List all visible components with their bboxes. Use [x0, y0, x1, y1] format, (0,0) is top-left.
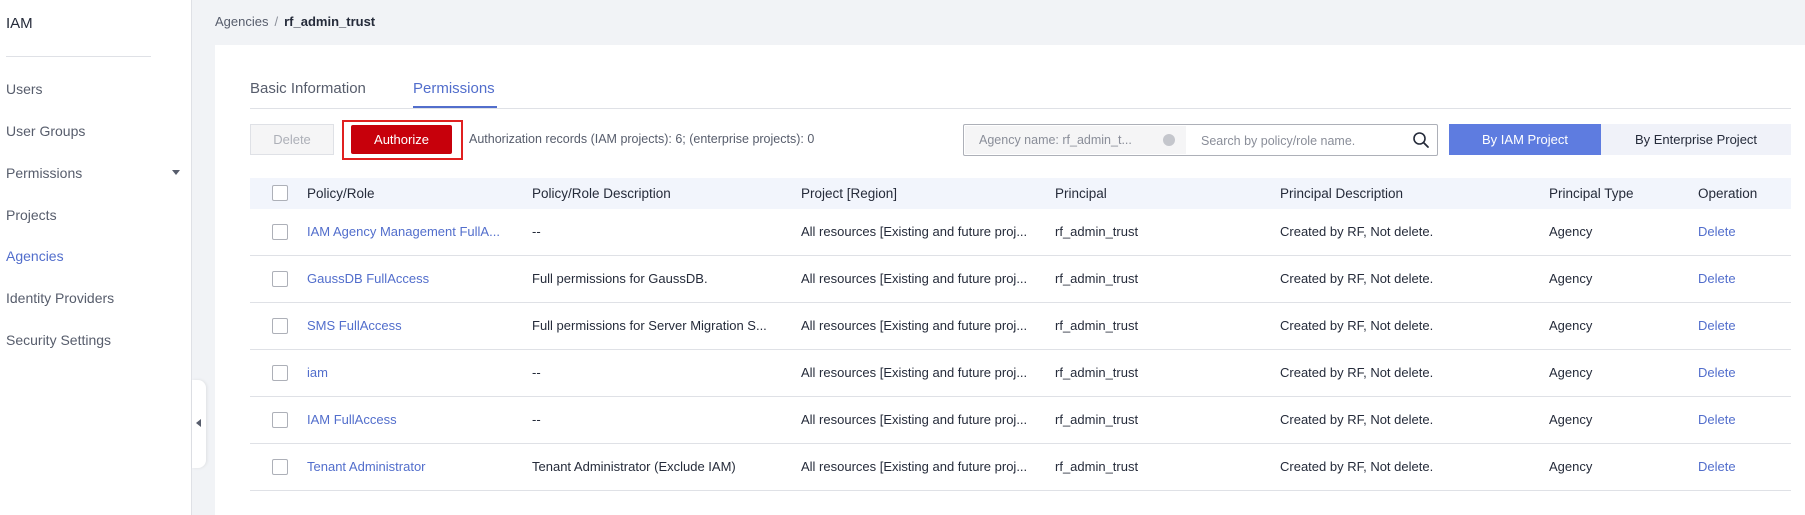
table-row: SMS FullAccess Full permissions for Serv…: [250, 303, 1791, 350]
sidebar-item-security-settings[interactable]: Security Settings: [6, 330, 178, 350]
policy-description: Full permissions for GaussDB.: [532, 271, 708, 286]
principal: rf_admin_trust: [1055, 224, 1139, 239]
sidebar-item-permissions[interactable]: Permissions: [6, 163, 180, 183]
sidebar-item-label: Permissions: [6, 165, 83, 181]
principal-type: Agency: [1549, 412, 1593, 427]
policy-link[interactable]: GaussDB FullAccess: [307, 256, 512, 302]
breadcrumb-parent-link[interactable]: Agencies: [215, 14, 268, 29]
row-checkbox[interactable]: [272, 224, 288, 240]
tab-active-indicator: [413, 106, 497, 108]
policy-description: Tenant Administrator (Exclude IAM): [532, 459, 736, 474]
search-box: Agency name: rf_admin_t...: [963, 124, 1438, 156]
column-header-principal-description[interactable]: Principal Description: [1280, 178, 1403, 209]
project-region: All resources [Existing and future proj.…: [801, 459, 1028, 474]
project-region: All resources [Existing and future proj.…: [801, 365, 1028, 380]
principal-description: Created by RF, Not delete.: [1280, 412, 1434, 427]
row-checkbox[interactable]: [272, 271, 288, 287]
row-checkbox[interactable]: [272, 412, 288, 428]
policy-link[interactable]: iam: [307, 350, 512, 396]
table-row: IAM FullAccess -- All resources [Existin…: [250, 397, 1791, 444]
principal-type: Agency: [1549, 459, 1593, 474]
chevron-down-icon: [172, 170, 180, 175]
table-row: iam -- All resources [Existing and futur…: [250, 350, 1791, 397]
column-header-principal-type[interactable]: Principal Type: [1549, 178, 1634, 209]
search-input[interactable]: [1199, 126, 1403, 156]
filter-tag-label: Agency name: rf_admin_t...: [979, 133, 1132, 147]
principal-description: Created by RF, Not delete.: [1280, 318, 1434, 333]
principal: rf_admin_trust: [1055, 459, 1139, 474]
delete-button[interactable]: Delete: [250, 124, 334, 155]
column-header-policy-role[interactable]: Policy/Role: [307, 178, 375, 209]
search-icon[interactable]: [1412, 131, 1430, 149]
sidebar-item-users[interactable]: Users: [6, 79, 178, 99]
breadcrumb-separator: /: [274, 14, 279, 29]
project-region: All resources [Existing and future proj.…: [801, 271, 1028, 286]
breadcrumb-current: rf_admin_trust: [284, 14, 376, 29]
tabs-divider: [250, 108, 1791, 109]
policy-description: --: [532, 412, 541, 427]
column-header-project-region[interactable]: Project [Region]: [801, 178, 897, 209]
policy-description: --: [532, 365, 541, 380]
policy-link[interactable]: IAM Agency Management FullA...: [307, 209, 512, 255]
principal: rf_admin_trust: [1055, 365, 1139, 380]
row-delete-link[interactable]: Delete: [1698, 303, 1778, 349]
principal-description: Created by RF, Not delete.: [1280, 365, 1434, 380]
select-all-checkbox[interactable]: [272, 185, 288, 201]
tab-basic-information[interactable]: Basic Information: [250, 80, 366, 97]
principal: rf_admin_trust: [1055, 271, 1139, 286]
policy-description: --: [532, 224, 541, 239]
authorization-records-text: Authorization records (IAM projects): 6;…: [469, 132, 815, 146]
breadcrumb: Agencies / rf_admin_trust: [215, 14, 375, 29]
row-delete-link[interactable]: Delete: [1698, 350, 1778, 396]
row-delete-link[interactable]: Delete: [1698, 444, 1778, 490]
principal-description: Created by RF, Not delete.: [1280, 459, 1434, 474]
chevron-left-icon: [196, 419, 201, 427]
sidebar-item-user-groups[interactable]: User Groups: [6, 121, 178, 141]
by-enterprise-project-button[interactable]: By Enterprise Project: [1601, 124, 1791, 155]
sidebar-item-identity-providers[interactable]: Identity Providers: [6, 288, 178, 308]
clear-icon[interactable]: [1163, 134, 1175, 146]
column-header-operation: Operation: [1698, 186, 1758, 201]
sidebar-collapse-handle[interactable]: [192, 380, 206, 468]
row-delete-link[interactable]: Delete: [1698, 209, 1778, 255]
principal: rf_admin_trust: [1055, 318, 1139, 333]
authorize-button[interactable]: Authorize: [351, 125, 452, 154]
principal-type: Agency: [1549, 318, 1593, 333]
principal-type: Agency: [1549, 271, 1593, 286]
column-header-principal[interactable]: Principal: [1055, 178, 1107, 209]
table-header: Policy/Role Policy/Role Description Proj…: [250, 178, 1791, 209]
row-checkbox[interactable]: [272, 318, 288, 334]
table-row: Tenant Administrator Tenant Administrato…: [250, 444, 1791, 491]
row-delete-link[interactable]: Delete: [1698, 256, 1778, 302]
project-region: All resources [Existing and future proj.…: [801, 318, 1028, 333]
principal: rf_admin_trust: [1055, 412, 1139, 427]
column-header-description[interactable]: Policy/Role Description: [532, 178, 671, 209]
policy-link[interactable]: IAM FullAccess: [307, 397, 512, 443]
row-delete-link[interactable]: Delete: [1698, 397, 1778, 443]
policy-link[interactable]: Tenant Administrator: [307, 444, 512, 490]
project-region: All resources [Existing and future proj.…: [801, 412, 1028, 427]
tab-permissions[interactable]: Permissions: [413, 80, 495, 97]
table-row: IAM Agency Management FullA... -- All re…: [250, 209, 1791, 256]
policy-description: Full permissions for Server Migration S.…: [532, 318, 767, 333]
principal-type: Agency: [1549, 365, 1593, 380]
principal-type: Agency: [1549, 224, 1593, 239]
principal-description: Created by RF, Not delete.: [1280, 271, 1434, 286]
agency-filter-tag[interactable]: Agency name: rf_admin_t...: [965, 126, 1186, 154]
project-region: All resources [Existing and future proj.…: [801, 224, 1028, 239]
table-row: GaussDB FullAccess Full permissions for …: [250, 256, 1791, 303]
policy-link[interactable]: SMS FullAccess: [307, 303, 512, 349]
sidebar: IAM Users User Groups Permissions Projec…: [0, 0, 192, 515]
principal-description: Created by RF, Not delete.: [1280, 224, 1434, 239]
sidebar-item-agencies[interactable]: Agencies: [6, 246, 178, 266]
sidebar-item-projects[interactable]: Projects: [6, 205, 178, 225]
row-checkbox[interactable]: [272, 365, 288, 381]
by-iam-project-button[interactable]: By IAM Project: [1449, 124, 1601, 155]
sidebar-divider: [6, 56, 151, 57]
sidebar-title: IAM: [6, 15, 33, 32]
row-checkbox[interactable]: [272, 459, 288, 475]
